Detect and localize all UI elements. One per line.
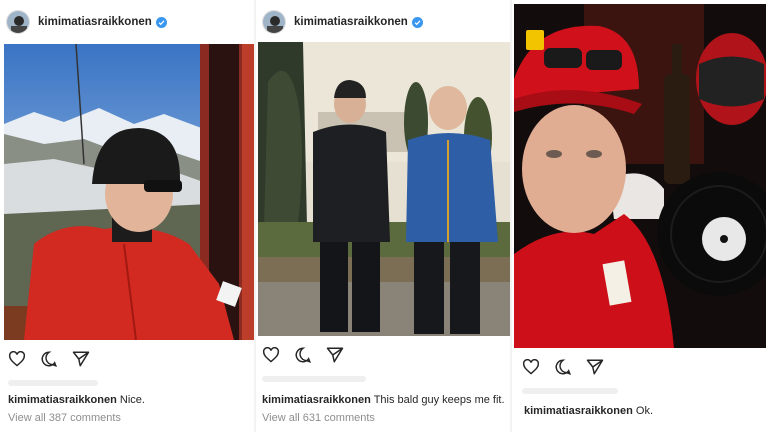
view-comments-link[interactable]: View all 387 comments <box>8 412 121 424</box>
caption-text: This bald guy keeps me fit. <box>373 394 505 406</box>
share-icon[interactable] <box>326 346 344 364</box>
caption-username[interactable]: kimimatiasraikkonen <box>262 394 371 406</box>
username-link[interactable]: kimimatiasraikkonen <box>294 16 408 28</box>
heart-icon[interactable] <box>262 347 280 363</box>
comment-icon[interactable] <box>40 350 58 368</box>
post-caption: kimimatiasraikkonen Nice. <box>8 394 145 406</box>
caption-username[interactable]: kimimatiasraikkonen <box>8 394 117 406</box>
post-photo[interactable] <box>4 44 254 340</box>
avatar[interactable] <box>262 10 286 34</box>
comment-icon[interactable] <box>294 346 312 364</box>
instagram-post: kimimatiasraikkonen kimimatiasraikkonen … <box>256 0 512 432</box>
caption-text: Nice. <box>119 394 145 406</box>
post-caption: kimimatiasraikkonen Ok. <box>524 405 653 417</box>
comment-icon[interactable] <box>554 358 572 376</box>
post-header: kimimatiasraikkonen <box>6 8 167 36</box>
username-link[interactable]: kimimatiasraikkonen <box>38 16 152 28</box>
post-caption: kimimatiasraikkonen This bald guy keeps … <box>262 394 505 406</box>
post-photo[interactable] <box>514 4 766 348</box>
share-icon[interactable] <box>586 358 604 376</box>
likes-count <box>8 380 98 386</box>
post-actions <box>522 358 604 376</box>
share-icon[interactable] <box>72 350 90 368</box>
likes-count <box>522 388 618 394</box>
post-header: kimimatiasraikkonen <box>262 8 423 36</box>
instagram-post: kimimatiasraikkonen Ok. <box>512 0 768 432</box>
verified-badge-icon <box>155 16 167 28</box>
post-photo[interactable] <box>258 42 510 336</box>
likes-count <box>262 376 366 382</box>
caption-text: Ok. <box>635 405 654 417</box>
post-actions <box>262 346 344 364</box>
heart-icon[interactable] <box>522 359 540 375</box>
post-actions <box>8 350 90 368</box>
caption-username[interactable]: kimimatiasraikkonen <box>524 405 633 417</box>
heart-icon[interactable] <box>8 351 26 367</box>
instagram-post: kimimatiasraikkonen kimimatiasraikkonen … <box>0 0 255 432</box>
verified-badge-icon <box>411 16 423 28</box>
avatar[interactable] <box>6 10 30 34</box>
view-comments-link[interactable]: View all 631 comments <box>262 412 375 424</box>
